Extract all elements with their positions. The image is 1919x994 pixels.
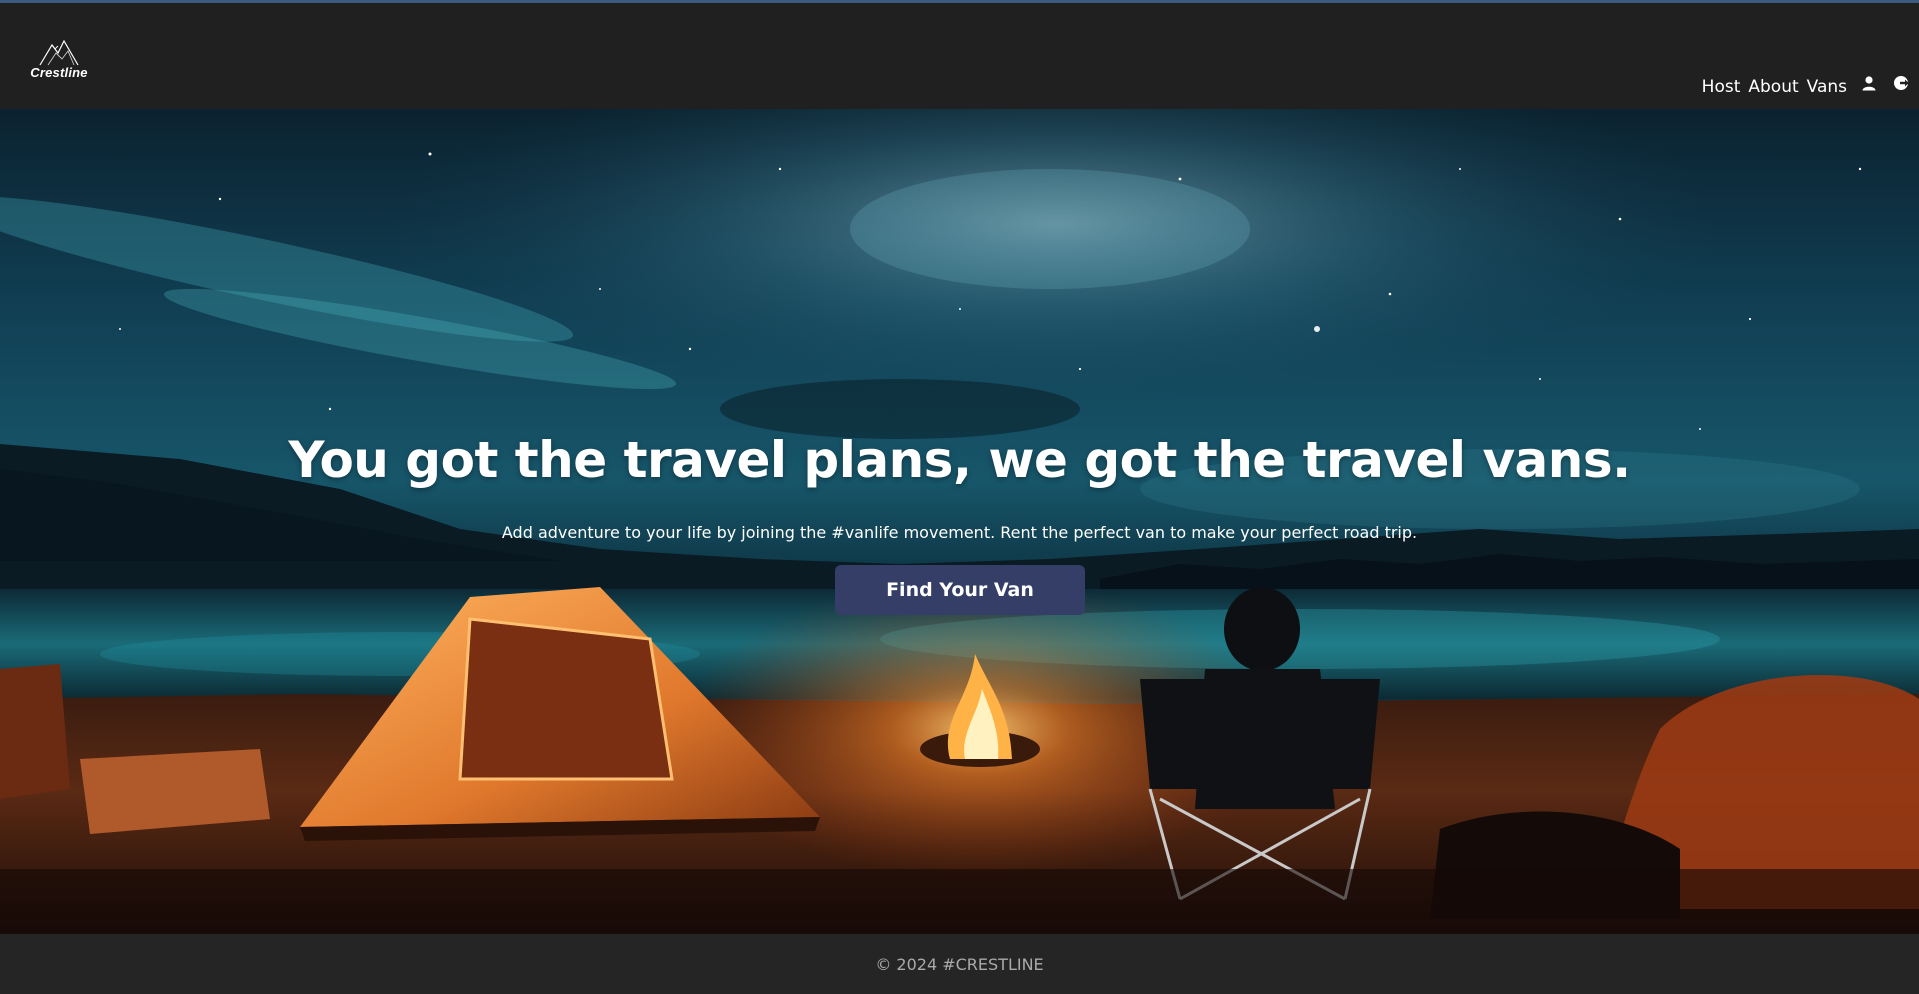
- mountain-logo-icon: [39, 39, 79, 66]
- hero-title: You got the travel plans, we got the tra…: [288, 431, 1631, 489]
- site-footer: © 2024 #CRESTLINE: [0, 934, 1919, 994]
- hero-content: You got the travel plans, we got the tra…: [0, 109, 1919, 934]
- footer-copyright: © 2024 #CRESTLINE: [875, 954, 1044, 974]
- site-header: Crestline Host About Vans: [0, 3, 1919, 109]
- user-icon[interactable]: [1859, 73, 1879, 93]
- find-your-van-button[interactable]: Find Your Van: [835, 565, 1085, 615]
- logout-icon[interactable]: [1891, 73, 1911, 93]
- main-nav: Host About Vans: [1702, 76, 1911, 97]
- nav-host-link[interactable]: Host: [1702, 77, 1741, 97]
- hero-section: You got the travel plans, we got the tra…: [0, 109, 1919, 934]
- hero-subtitle: Add adventure to your life by joining th…: [501, 523, 1418, 542]
- logo[interactable]: Crestline: [24, 37, 94, 87]
- logo-text: Crestline: [30, 65, 88, 80]
- nav-about-link[interactable]: About: [1748, 77, 1798, 97]
- nav-vans-link[interactable]: Vans: [1807, 77, 1847, 97]
